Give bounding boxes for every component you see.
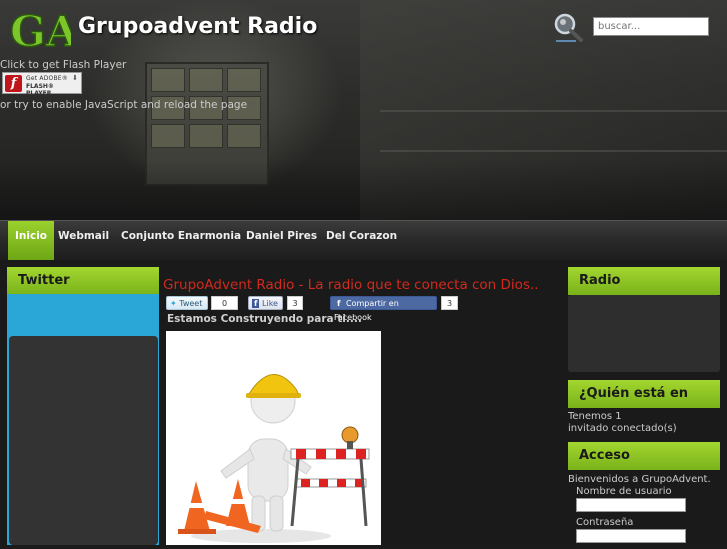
like-button[interactable]: f Like	[248, 296, 283, 310]
flash-notice: Click to get Flash Player	[0, 59, 127, 71]
online-count: Tenemos 1	[568, 411, 622, 422]
site-title[interactable]: Grupoadvent Radio	[78, 14, 317, 39]
twitter-feed[interactable]	[9, 336, 158, 545]
construction-figure-illustration	[178, 374, 370, 543]
download-arrow-icon: ⬇	[72, 74, 78, 82]
site-logo[interactable]: GA	[9, 6, 71, 54]
like-count: 3	[287, 296, 303, 310]
flash-badge-line2: FLASH® PLAYER	[26, 83, 54, 97]
like-label: Like	[262, 299, 278, 308]
acceso-welcome: Bienvenidos a GrupoAdvent.	[568, 474, 711, 485]
banner-decor-line	[380, 150, 727, 152]
under-construction-image	[166, 331, 381, 545]
tweet-button[interactable]: ✦ Tweet	[166, 296, 208, 310]
radio-module-title: Radio	[568, 267, 720, 295]
twitter-bird-icon: ✦	[170, 299, 177, 308]
acceso-module-title: Acceso	[568, 442, 720, 470]
logo-text: GA	[10, 7, 71, 54]
facebook-f-icon: f	[252, 299, 260, 308]
nav-item-conjunto-enarmonia[interactable]: Conjunto Enarmonia	[121, 221, 241, 260]
banner-floor	[0, 160, 727, 220]
password-label: Contraseña	[576, 517, 634, 528]
flash-icon: f	[5, 75, 22, 92]
tweet-count: 0	[211, 296, 238, 310]
article-subtitle: Estamos Construyendo para ti....	[167, 313, 362, 325]
radio-player[interactable]	[568, 295, 720, 372]
twitter-module-title: Twitter	[7, 267, 159, 295]
main-nav: Inicio Webmail Conjunto Enarmonia Daniel…	[0, 220, 727, 260]
online-guests: invitado conectado(s)	[568, 423, 677, 434]
get-flash-player-button[interactable]: f Get ADOBE® FLASH® PLAYER ⬇	[2, 72, 82, 97]
facebook-f-icon: f	[337, 299, 341, 308]
facebook-share: f Compartir en Facebook 3	[330, 296, 458, 322]
quien-module-title: ¿Quién está en línea?	[568, 380, 720, 429]
flash-badge-line1: Get ADOBE®	[26, 75, 68, 82]
banner-decor-line	[380, 110, 727, 112]
nav-item-del-corazon[interactable]: Del Corazon	[326, 221, 397, 260]
username-input[interactable]	[576, 498, 686, 512]
search-input[interactable]	[593, 17, 709, 36]
nav-item-daniel-pires[interactable]: Daniel Pires	[246, 221, 317, 260]
username-label: Nombre de usuario	[576, 486, 672, 497]
compartir-facebook-button[interactable]: f Compartir en Facebook	[330, 296, 437, 322]
search-icon[interactable]	[552, 12, 584, 42]
nav-item-webmail[interactable]: Webmail	[58, 221, 109, 260]
nav-item-inicio[interactable]: Inicio	[8, 221, 55, 260]
header-banner: GA Grupoadvent Radio Click to get Flash …	[0, 0, 727, 220]
password-input[interactable]	[576, 529, 686, 543]
article-title[interactable]: GrupoAdvent Radio - La radio que te cone…	[163, 277, 539, 293]
tweet-label: Tweet	[179, 299, 203, 308]
tweet-share: ✦ Tweet 0	[166, 296, 238, 310]
share-count: 3	[441, 296, 458, 310]
javascript-notice: or try to enable JavaScript and reload t…	[0, 99, 248, 111]
facebook-like: f Like 3	[248, 296, 304, 310]
